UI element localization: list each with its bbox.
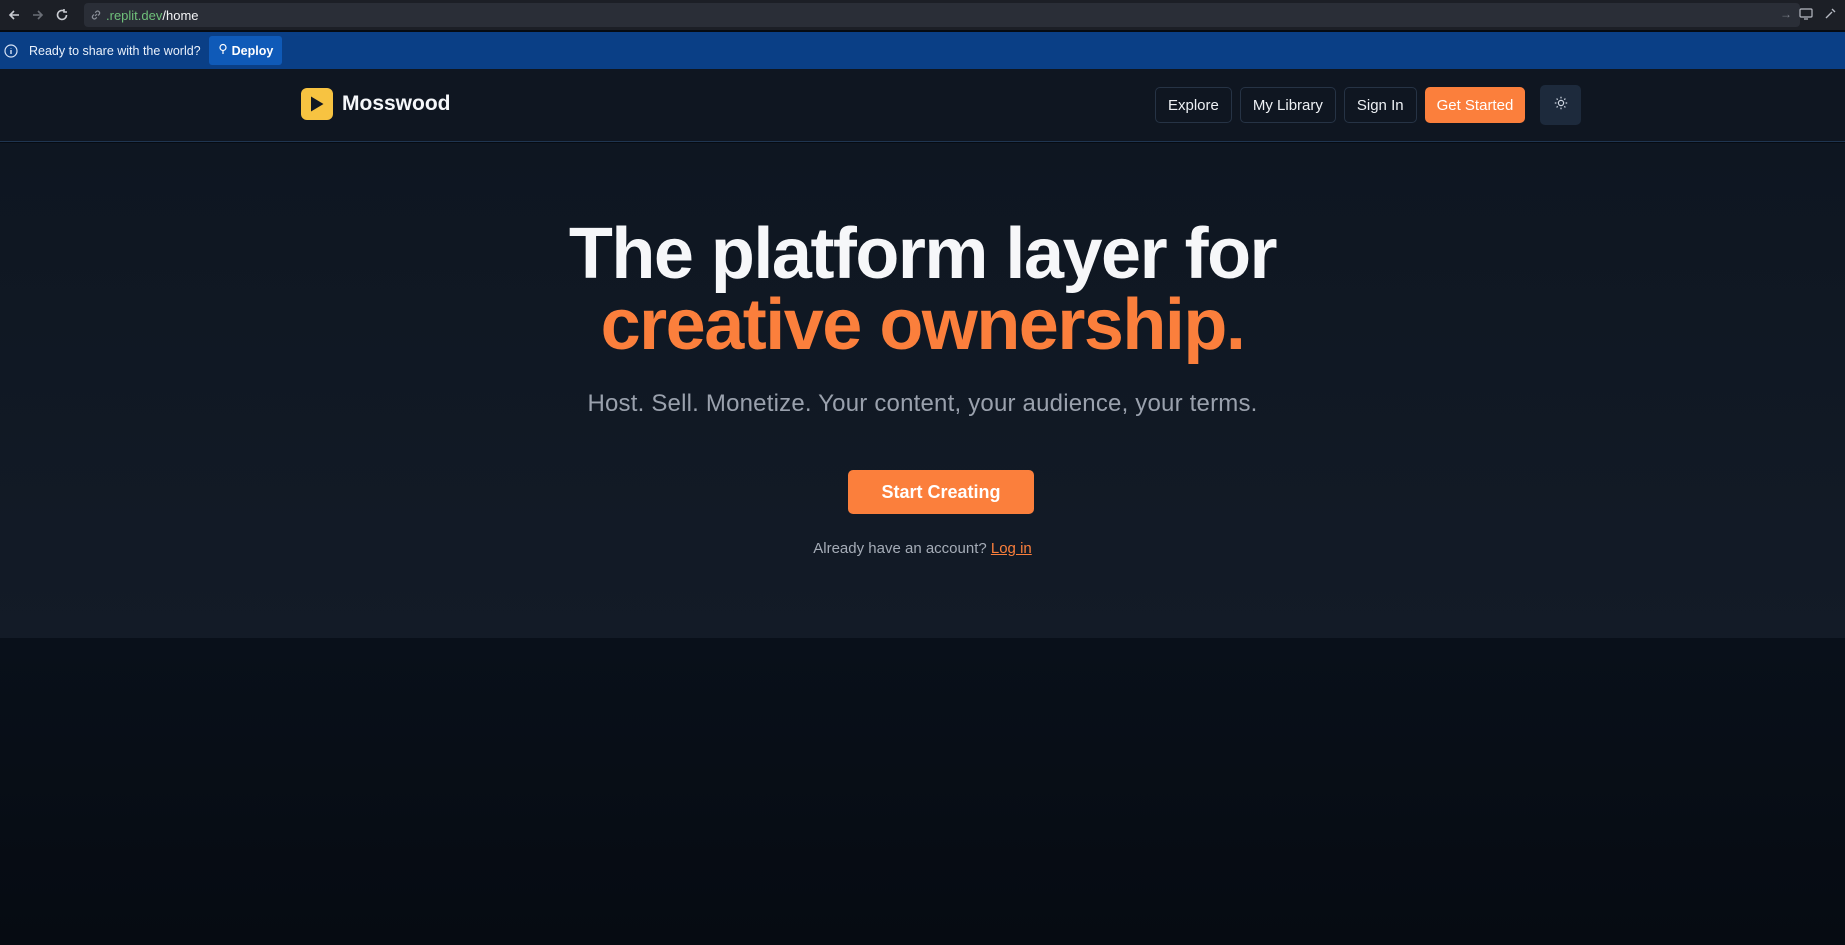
deploy-label: Deploy [231,43,274,58]
address-bar[interactable]: .replit.dev/home → [84,3,1800,27]
brand-name: Mosswood [342,92,451,115]
get-started-button[interactable]: Get Started [1424,87,1526,123]
browser-toolbar: .replit.dev/home → [0,0,1845,30]
hero-section: The platform layer for creative ownershi… [0,143,1845,638]
hero-title: The platform layer for creative ownershi… [0,218,1845,365]
banner-message: Ready to share with the world? [29,43,201,58]
link-icon [90,9,102,21]
hero-title-line1: The platform layer for [568,214,1278,294]
login-prompt-text: Already have an account? [813,540,987,557]
theme-toggle-button[interactable] [1540,85,1581,125]
nav-my-library[interactable]: My Library [1239,87,1336,123]
tools-icon[interactable] [1821,5,1839,23]
sun-icon [1554,96,1568,115]
url-path: /home [162,7,199,23]
deploy-icon [218,43,228,58]
start-creating-button[interactable]: Start Creating [848,470,1034,514]
play-logo-icon [301,88,333,120]
brand-link[interactable]: Mosswood [301,88,451,120]
forward-icon[interactable] [28,5,48,25]
page-lower-area [0,638,1845,945]
main-nav: Explore My Library Sign In Get Started [1155,87,1526,123]
login-link[interactable]: Log in [991,540,1032,557]
back-icon[interactable] [4,5,24,25]
go-arrow-icon[interactable]: → [1780,7,1792,21]
hero-subtitle: Host. Sell. Monetize. Your content, your… [587,390,1258,417]
info-icon [4,43,18,58]
toolbar-actions [1797,5,1845,23]
deploy-button[interactable]: Deploy [208,36,283,65]
reload-icon[interactable] [52,5,72,25]
deploy-banner: Ready to share with the world? Deploy [0,32,1845,69]
site-header: Mosswood Explore My Library Sign In Get … [0,69,1845,142]
hero-title-accent: creative ownership. [600,285,1246,365]
login-prompt: Already have an account? Log in [0,540,1845,557]
device-icon[interactable] [1797,5,1815,23]
nav-explore[interactable]: Explore [1155,87,1232,123]
url-host: .replit.dev [106,7,163,23]
nav-sign-in[interactable]: Sign In [1343,87,1417,123]
